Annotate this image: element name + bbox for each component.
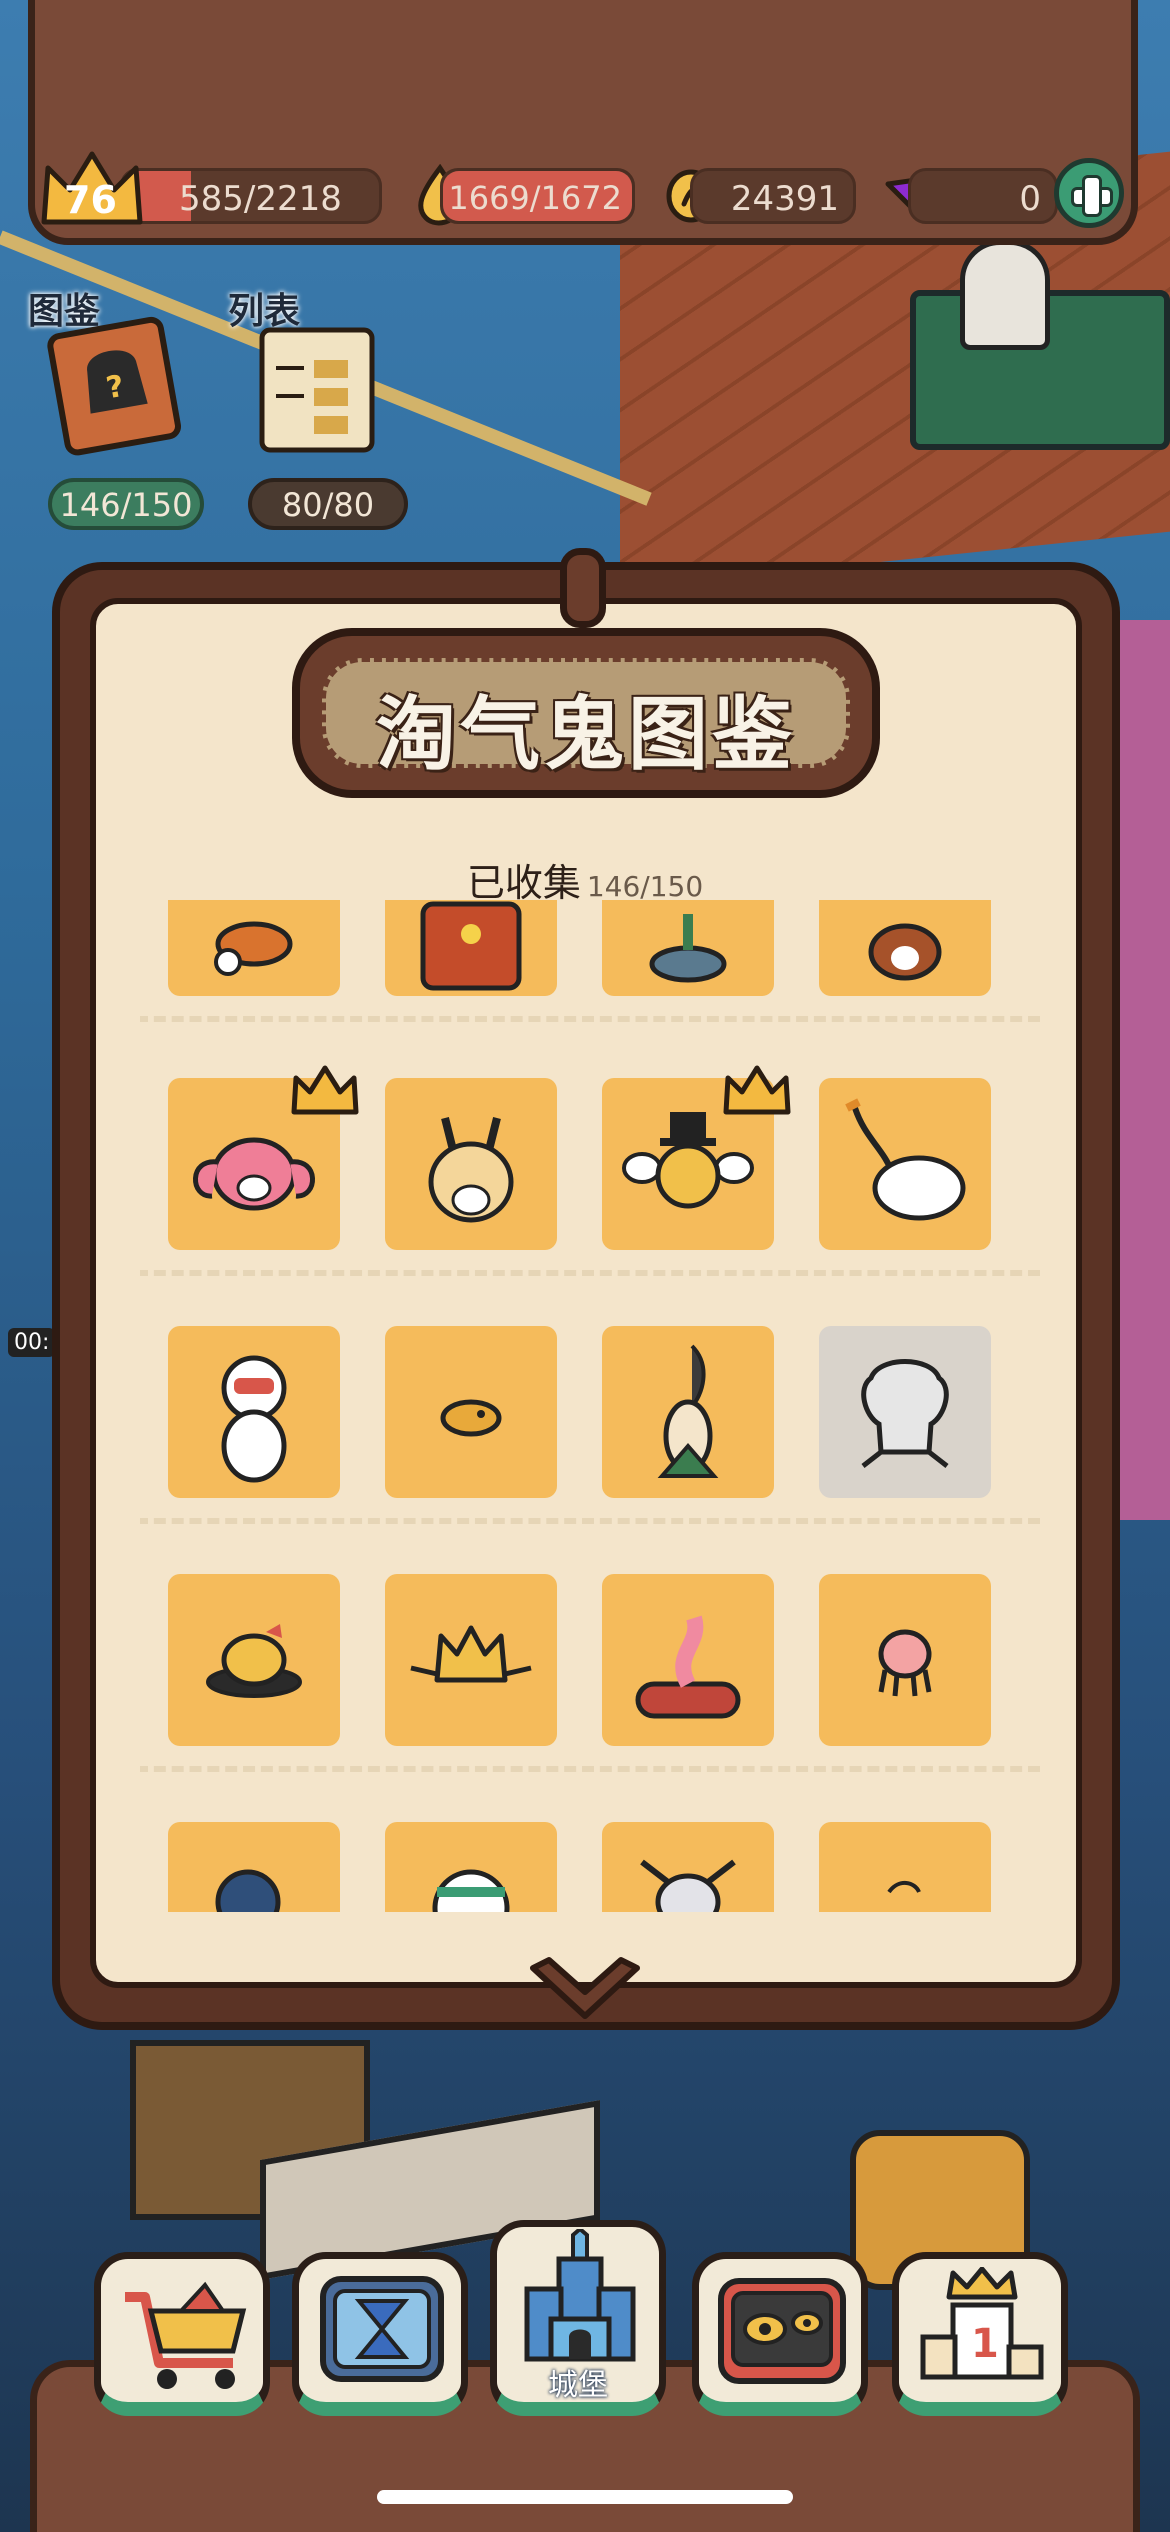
monster-card[interactable] <box>168 900 340 996</box>
monster-card[interactable] <box>168 1326 340 1498</box>
monster-row <box>140 1822 1040 1912</box>
svg-text:1: 1 <box>971 2321 999 2367</box>
collected-label: 已收集 <box>466 861 581 905</box>
codex-title-plaque: 淘气鬼图鉴 <box>292 628 880 798</box>
hourglass-tv-icon <box>320 2276 444 2382</box>
monster-tv-icon <box>718 2278 846 2384</box>
astronaut-sheep-icon <box>221 1355 287 1483</box>
yellow-bunny-icon <box>428 1117 514 1223</box>
monster-card[interactable] <box>168 1822 340 1912</box>
gems-value: 0 <box>1019 179 1041 219</box>
monster-card[interactable] <box>819 1574 991 1746</box>
exp-value: 585/2218 <box>179 179 342 219</box>
ranking-trophy-icon: 1 <box>920 2267 1044 2380</box>
monster-card[interactable] <box>602 900 774 996</box>
level-crown-badge[interactable]: 76 <box>38 148 146 230</box>
white-goose-icon <box>845 1098 966 1221</box>
home-indicator[interactable] <box>377 2490 793 2504</box>
monster-card[interactable] <box>385 1078 557 1250</box>
monster-row <box>140 900 1040 1022</box>
armored-knight-icon <box>640 1859 736 1912</box>
energy-value: 1669/1672 <box>448 179 622 217</box>
nav-hourglass-tv-button[interactable] <box>292 2252 468 2416</box>
coins-value: 24391 <box>730 179 839 219</box>
monster-grid <box>140 900 1040 1912</box>
leek-sprite-icon <box>657 1344 719 1478</box>
nav-castle-button[interactable]: 城堡 <box>490 2220 666 2416</box>
monster-card[interactable] <box>819 1822 991 1912</box>
codex-book-icon[interactable]: ? <box>40 305 190 465</box>
pink-squid-icon <box>878 1629 932 1697</box>
list-scroll-icon[interactable] <box>250 300 390 470</box>
spiky-fish-icon <box>440 1399 502 1437</box>
nav-monster-tv-button[interactable] <box>692 2252 868 2416</box>
monster-card[interactable] <box>602 1326 774 1498</box>
cabbage-ghost-silhouette-icon <box>861 1359 949 1468</box>
monster-card-locked[interactable] <box>819 1326 991 1498</box>
nav-shop-button[interactable] <box>94 2252 270 2416</box>
monster-card[interactable] <box>602 1574 774 1746</box>
edge-timer: 00: <box>8 1328 56 1357</box>
nav-ranking-button[interactable]: 1 <box>892 2252 1068 2416</box>
collected-count: 146/150 <box>586 870 704 903</box>
shop-cart-icon <box>125 2281 247 2389</box>
monster-card[interactable] <box>819 1078 991 1250</box>
codex-title: 淘气鬼图鉴 <box>376 688 796 781</box>
panel-hanger <box>560 548 606 628</box>
bull-monster-icon <box>868 923 942 981</box>
coins-counter: 24391 <box>690 168 856 224</box>
monster-card[interactable] <box>168 1574 340 1746</box>
nav-castle-label: 城堡 <box>548 2368 608 2403</box>
codex-count-badge: 146/150 <box>48 478 204 530</box>
winged-crown-icon <box>410 1625 532 1683</box>
energy-bar: 1669/1672 <box>440 168 635 224</box>
monster-row <box>140 1574 1040 1772</box>
exp-bar: 585/2218 <box>120 168 382 224</box>
sprout-icon <box>887 1881 921 1894</box>
crown-icon <box>291 1065 359 1115</box>
navy-blob-icon <box>215 1869 281 1912</box>
chevron-down-icon[interactable] <box>525 1950 645 2030</box>
monster-row <box>140 1326 1040 1524</box>
crown-icon <box>723 1065 791 1115</box>
castle-icon <box>524 2229 636 2362</box>
player-level: 76 <box>64 178 117 222</box>
monster-card[interactable] <box>385 1822 557 1912</box>
monster-card[interactable] <box>385 1326 557 1498</box>
log-worm-icon <box>635 1615 741 1719</box>
gems-counter: 0 <box>908 168 1058 224</box>
monster-card[interactable] <box>385 900 557 996</box>
lava-golem-icon <box>420 901 522 991</box>
collected-counter: 已收集 146/150 <box>0 852 1170 907</box>
chick-in-shell-icon <box>206 1624 302 1698</box>
mushroom-plant-icon <box>649 914 727 983</box>
monster-card[interactable] <box>602 1822 774 1912</box>
monster-card[interactable] <box>819 900 991 996</box>
monster-card[interactable] <box>385 1574 557 1746</box>
list-count-badge: 80/80 <box>248 478 408 530</box>
crab-monster-icon <box>214 921 293 976</box>
add-currency-button[interactable] <box>1054 158 1124 228</box>
striped-ball-icon <box>432 1869 510 1912</box>
statue-bust-decoration <box>960 240 1050 350</box>
monster-row <box>140 1078 1040 1276</box>
